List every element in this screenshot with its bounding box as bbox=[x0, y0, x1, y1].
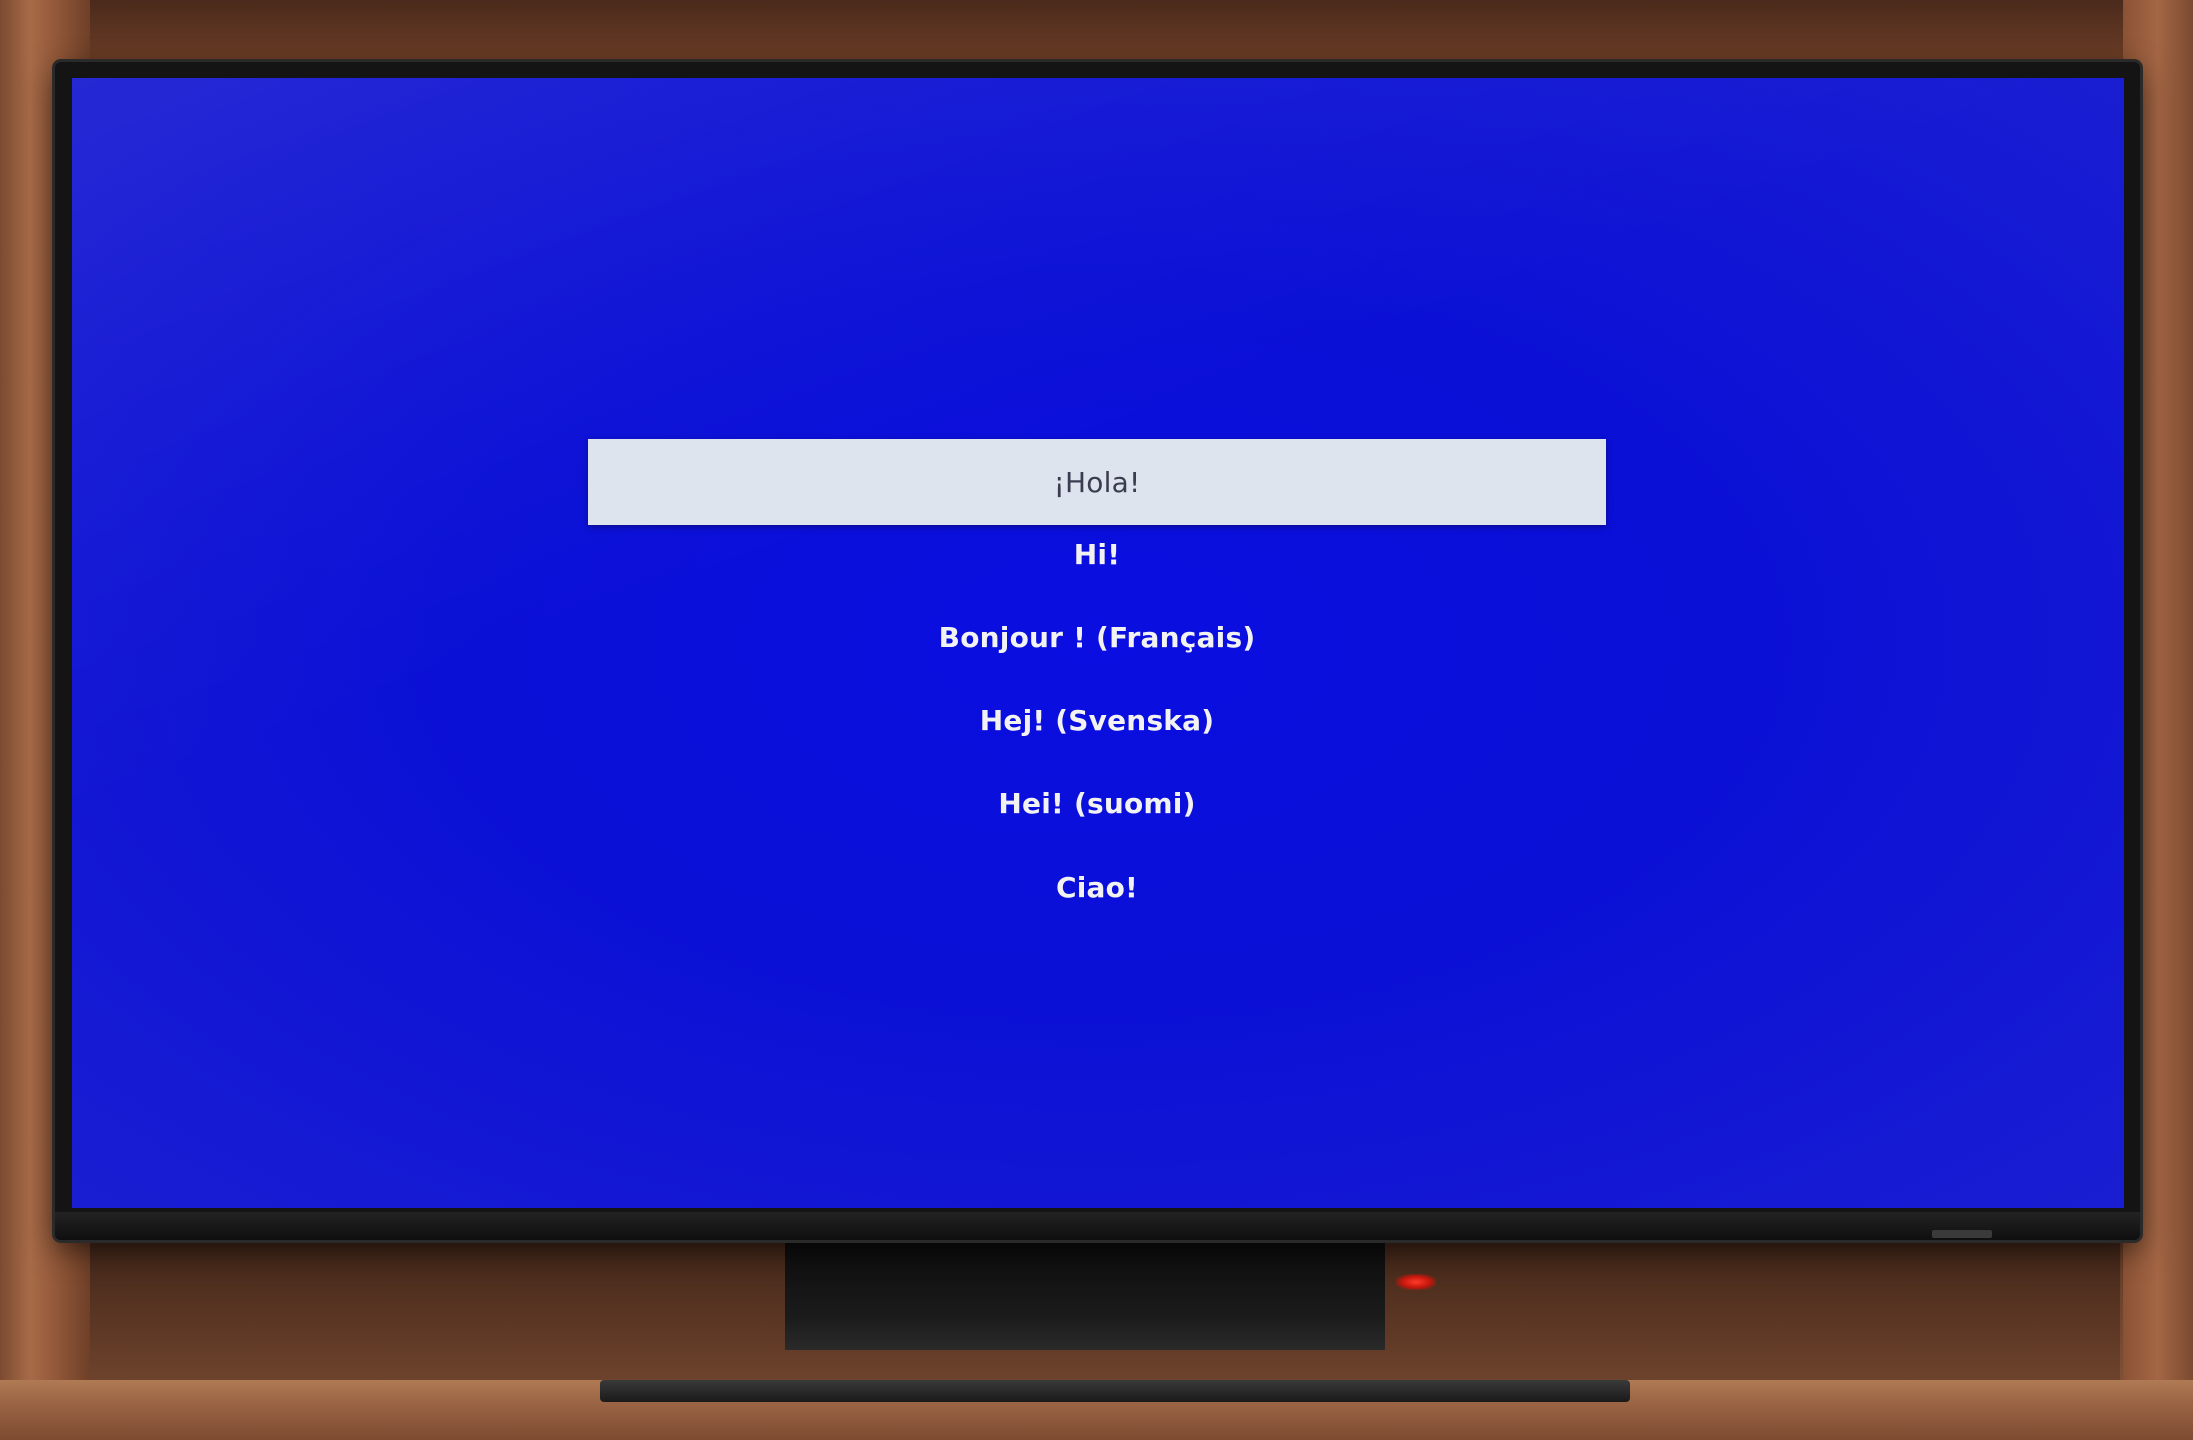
brand-badge bbox=[1932, 1230, 1992, 1238]
power-led-icon bbox=[1396, 1274, 1436, 1290]
language-option-label: ¡Hola! bbox=[1053, 465, 1141, 499]
language-option-label: Hei! (suomi) bbox=[998, 786, 1196, 820]
tv-screen: ¡Hola! Hi! Bonjour ! (Français) Hej! (Sv… bbox=[72, 78, 2124, 1208]
language-option-label: Bonjour ! (Français) bbox=[938, 620, 1256, 654]
language-option-spanish[interactable]: ¡Hola! bbox=[588, 439, 1606, 525]
tv-stand-base bbox=[600, 1380, 1630, 1402]
language-option-label: Ciao! bbox=[1055, 870, 1139, 904]
tv-stand bbox=[785, 1240, 1385, 1350]
language-option-swedish[interactable]: Hej! (Svenska) bbox=[588, 687, 1606, 753]
tv-bottom-bezel bbox=[55, 1212, 2140, 1240]
language-option-french[interactable]: Bonjour ! (Français) bbox=[588, 604, 1606, 670]
language-option-italian[interactable]: Ciao! bbox=[588, 854, 1606, 920]
language-option-label: Hej! (Svenska) bbox=[979, 703, 1215, 737]
language-option-english[interactable]: Hi! bbox=[588, 521, 1606, 587]
language-option-finnish[interactable]: Hei! (suomi) bbox=[588, 770, 1606, 836]
language-option-label: Hi! bbox=[1073, 537, 1121, 571]
language-selection-list: ¡Hola! Hi! Bonjour ! (Français) Hej! (Sv… bbox=[72, 78, 2124, 1208]
